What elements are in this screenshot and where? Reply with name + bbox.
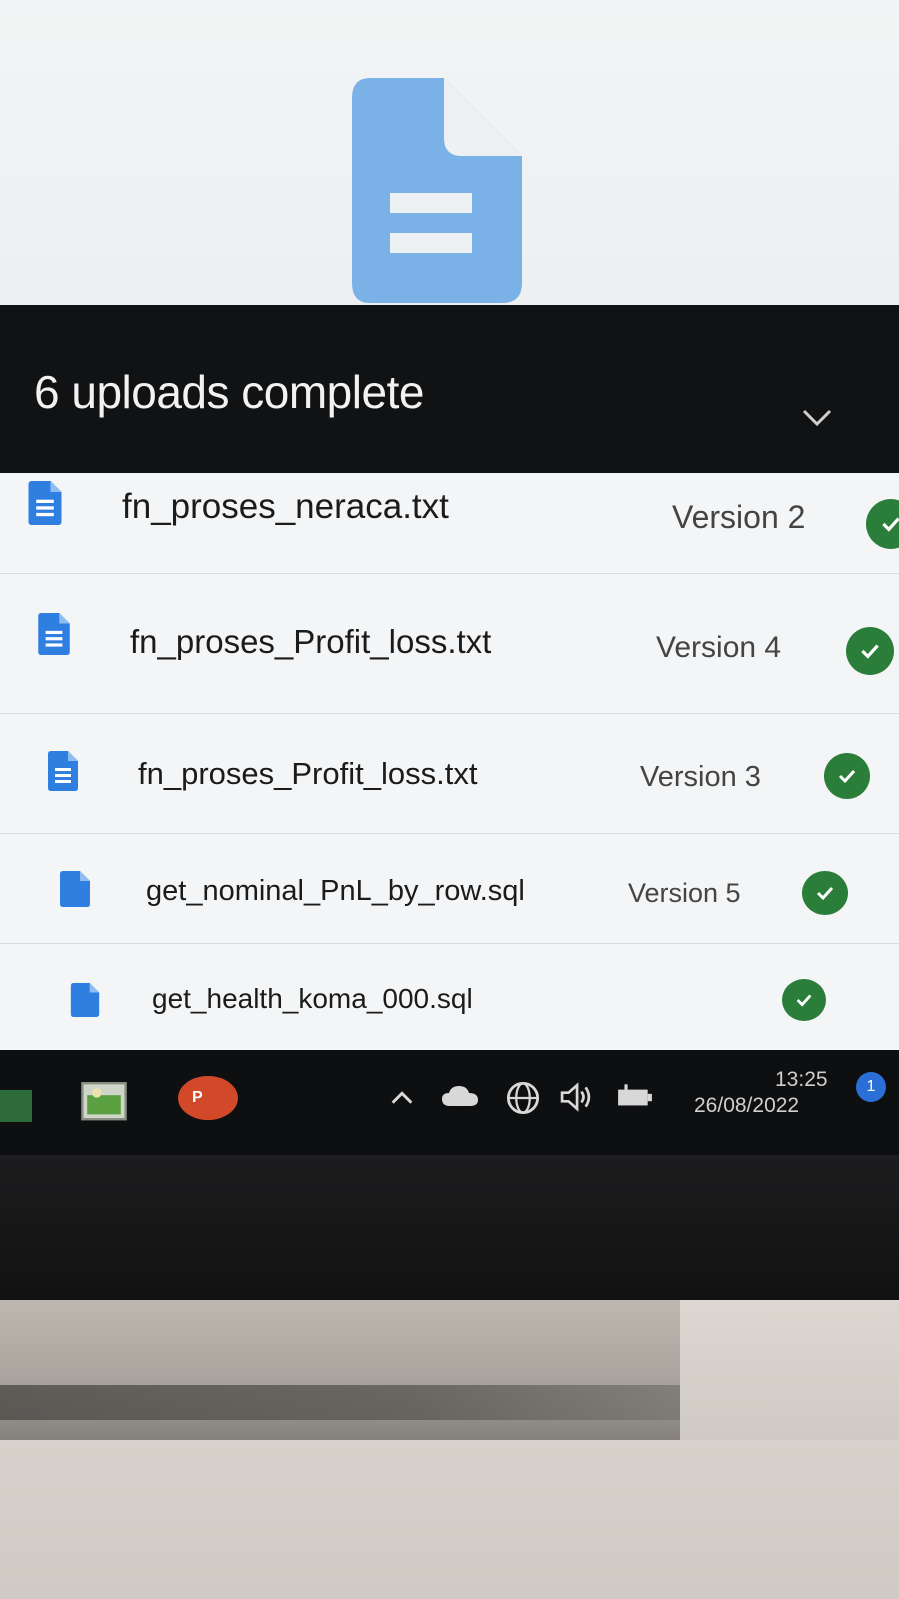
- upload-list-item[interactable]: get_health_koma_000.sql: [0, 943, 899, 1053]
- laptop-body: [0, 1440, 899, 1599]
- windows-taskbar: P 13:25 26/08/2022 1: [0, 1050, 899, 1155]
- globe-network-icon[interactable]: [505, 1080, 541, 1116]
- upload-list: fn_proses_neraca.txt Version 2 fn_proses…: [0, 473, 899, 1063]
- battery-icon[interactable]: [616, 1084, 654, 1110]
- cloud-icon[interactable]: [440, 1084, 480, 1108]
- file-name: fn_proses_neraca.txt: [122, 487, 449, 526]
- app-icon[interactable]: [0, 1090, 32, 1122]
- upload-complete-check-icon: [824, 753, 870, 799]
- upload-list-item[interactable]: fn_proses_Profit_loss.txt Version 3: [0, 713, 899, 834]
- upload-complete-check-icon: [846, 627, 894, 675]
- file-name: get_health_koma_000.sql: [152, 983, 473, 1014]
- hinge-shadow: [0, 1385, 690, 1420]
- document-preview-icon: [352, 78, 522, 303]
- upload-complete-check-icon: [782, 979, 826, 1021]
- file-icon: [60, 871, 90, 907]
- file-name: get_nominal_PnL_by_row.sql: [146, 875, 525, 907]
- upload-complete-check-icon: [802, 871, 848, 915]
- chevron-up-icon[interactable]: [388, 1084, 416, 1112]
- upload-progress-panel: 6 uploads complete fn_proses_neraca.txt …: [0, 305, 899, 1063]
- photo-app-icon[interactable]: [80, 1078, 128, 1122]
- file-preview-area: [0, 0, 899, 330]
- notification-badge[interactable]: 1: [856, 1072, 886, 1102]
- google-doc-file-icon: [38, 613, 70, 655]
- upload-complete-check-icon: [866, 499, 899, 549]
- file-name: fn_proses_Profit_loss.txt: [138, 756, 478, 791]
- file-version: Version 4: [656, 631, 782, 664]
- speaker-icon[interactable]: [558, 1082, 594, 1112]
- google-doc-file-icon: [48, 751, 78, 791]
- laptop-body-edge: [680, 1300, 899, 1440]
- upload-panel-header: 6 uploads complete: [0, 305, 899, 485]
- chevron-down-icon[interactable]: [800, 401, 834, 435]
- file-version: Version 2: [672, 499, 806, 535]
- file-name: fn_proses_Profit_loss.txt: [130, 623, 492, 660]
- upload-list-item[interactable]: fn_proses_neraca.txt Version 2: [0, 473, 899, 574]
- powerpoint-icon[interactable]: P: [178, 1076, 238, 1120]
- screen: 6 uploads complete fn_proses_neraca.txt …: [0, 0, 899, 1175]
- upload-list-item[interactable]: fn_proses_Profit_loss.txt Version 4: [0, 573, 899, 714]
- file-version: Version 5: [628, 878, 741, 908]
- laptop-bezel: [0, 1155, 899, 1305]
- upload-list-item[interactable]: get_nominal_PnL_by_row.sql Version 5: [0, 833, 899, 944]
- file-icon: [70, 983, 100, 1017]
- upload-panel-title: 6 uploads complete: [34, 366, 424, 418]
- clock-time[interactable]: 13:25: [775, 1068, 828, 1092]
- file-version: Version 3: [640, 761, 761, 793]
- powerpoint-letter: P: [192, 1089, 203, 1106]
- google-doc-file-icon: [28, 481, 62, 525]
- clock-date[interactable]: 26/08/2022: [694, 1094, 799, 1118]
